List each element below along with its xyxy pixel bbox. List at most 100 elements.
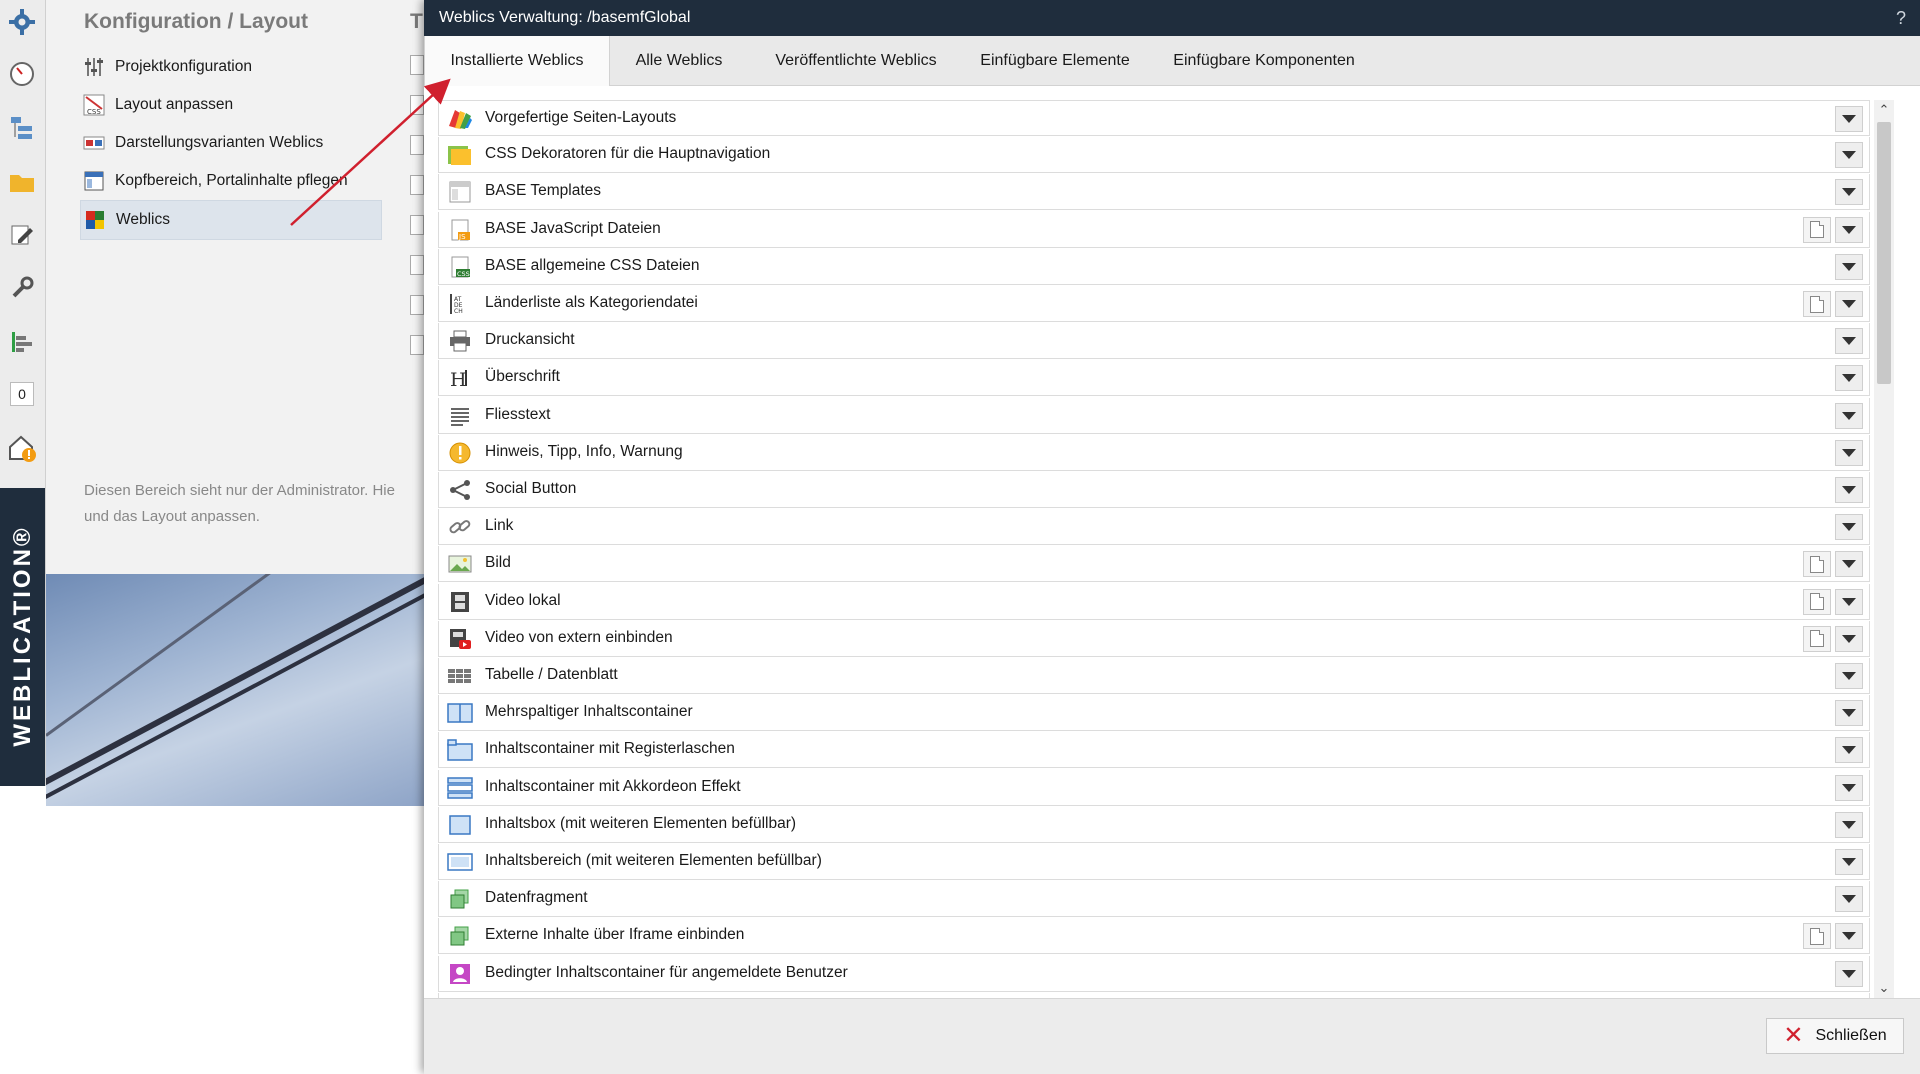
chevron-down-icon[interactable] bbox=[1835, 886, 1863, 912]
chevron-down-icon[interactable] bbox=[1835, 328, 1863, 354]
chevron-down-icon[interactable] bbox=[1835, 254, 1863, 280]
close-button[interactable]: ✕ Schließen bbox=[1766, 1018, 1904, 1054]
scroll-up-icon[interactable]: ⌃ bbox=[1874, 100, 1894, 120]
menu-item-layout-anpassen[interactable]: CSS Layout anpassen bbox=[80, 86, 382, 124]
document-icon[interactable] bbox=[1803, 923, 1831, 949]
weblic-row[interactable]: Tabelle / Datenblatt bbox=[438, 658, 1870, 694]
help-icon[interactable]: ? bbox=[1896, 8, 1906, 29]
tab-alle-weblics[interactable]: Alle Weblics bbox=[608, 36, 750, 85]
user-condition-icon bbox=[447, 961, 473, 987]
chevron-down-icon[interactable] bbox=[1835, 589, 1863, 615]
notification-counter[interactable]: 0 bbox=[10, 382, 34, 406]
menu-item-kopfbereich[interactable]: Kopfbereich, Portalinhalte pflegen bbox=[80, 162, 382, 200]
scroll-thumb[interactable] bbox=[1877, 122, 1891, 384]
chevron-down-icon[interactable] bbox=[1835, 403, 1863, 429]
weblic-row[interactable]: JSBASE JavaScript Dateien bbox=[438, 212, 1870, 248]
tab-veroeffentlichte-weblics[interactable]: Veröffentlichte Weblics bbox=[750, 36, 962, 85]
statistics-bars-icon[interactable] bbox=[6, 326, 38, 358]
dialog-titlebar: Weblics Verwaltung: /basemfGlobal ? bbox=[424, 0, 1920, 36]
weblic-row[interactable]: Hinweis, Tipp, Info, Warnung bbox=[438, 435, 1870, 471]
chevron-down-icon[interactable] bbox=[1835, 961, 1863, 987]
scroll-down-icon[interactable]: ⌄ bbox=[1874, 978, 1894, 998]
dialog-title: Weblics Verwaltung: /basemfGlobal bbox=[439, 9, 690, 27]
menu-item-darstellungsvarianten[interactable]: Darstellungsvarianten Weblics bbox=[80, 124, 382, 162]
document-icon[interactable] bbox=[1803, 551, 1831, 577]
weblic-row[interactable]: Inhaltsbox (mit weiteren Elementen befül… bbox=[438, 807, 1870, 843]
document-icon[interactable] bbox=[1803, 589, 1831, 615]
menu-item-weblics[interactable]: Weblics bbox=[80, 200, 382, 240]
config-panel: Konfiguration / Layout T Projektkonfigur… bbox=[46, 0, 424, 574]
svg-text:CH: CH bbox=[454, 308, 463, 315]
weblic-row[interactable]: Link bbox=[438, 509, 1870, 545]
chevron-down-icon[interactable] bbox=[1835, 923, 1863, 949]
document-icon[interactable] bbox=[1803, 291, 1831, 317]
chevron-down-icon[interactable] bbox=[1835, 142, 1863, 168]
weblic-row[interactable]: ATDECHLänderliste als Kategoriendatei bbox=[438, 286, 1870, 322]
weblic-row[interactable]: Inhaltscontainer mit Registerlaschen bbox=[438, 732, 1870, 768]
chevron-down-icon[interactable] bbox=[1835, 551, 1863, 577]
svg-text:JS: JS bbox=[458, 233, 466, 241]
weblic-row[interactable]: HÜberschrift bbox=[438, 360, 1870, 396]
folder-icon[interactable] bbox=[6, 166, 38, 198]
dashboard-gauge-icon[interactable] bbox=[6, 58, 38, 90]
weblic-row[interactable]: Fliesstext bbox=[438, 398, 1870, 434]
weblic-row[interactable]: Inhaltscontainer mit Akkordeon Effekt bbox=[438, 770, 1870, 806]
chevron-down-icon[interactable] bbox=[1835, 477, 1863, 503]
weblic-row[interactable]: Mehrspaltiger Inhaltscontainer bbox=[438, 695, 1870, 731]
edit-pencil-icon[interactable] bbox=[6, 218, 38, 250]
weblic-row[interactable]: Druckansicht bbox=[438, 323, 1870, 359]
weblic-row[interactable]: CSS Dekoratoren für die Hauptnavigation bbox=[438, 137, 1870, 173]
weblic-row[interactable]: CSSBASE allgemeine CSS Dateien bbox=[438, 249, 1870, 285]
weblic-row-label: Inhaltsbox (mit weiteren Elementen befül… bbox=[485, 815, 796, 833]
share-icon bbox=[447, 477, 473, 503]
settings-gear-icon[interactable] bbox=[6, 6, 38, 38]
weblic-row[interactable]: Bild bbox=[438, 546, 1870, 582]
main-toolbar: 0 WEBLICATION® bbox=[0, 0, 46, 786]
menu-item-projektkonfiguration[interactable]: Projektkonfiguration bbox=[80, 48, 382, 86]
content-area-icon bbox=[447, 849, 473, 875]
weblic-row[interactable]: BASE Templates bbox=[438, 174, 1870, 210]
weblic-row-label: Inhaltscontainer mit Registerlaschen bbox=[485, 740, 735, 758]
content-box-icon bbox=[447, 812, 473, 838]
chevron-down-icon[interactable] bbox=[1835, 514, 1863, 540]
weblic-row[interactable]: Bedingter Inhaltscontainer für angemelde… bbox=[438, 956, 1870, 992]
chevron-down-icon[interactable] bbox=[1835, 365, 1863, 391]
tools-wrench-icon[interactable] bbox=[6, 272, 38, 304]
home-warning-icon[interactable] bbox=[6, 432, 38, 464]
chevron-down-icon[interactable] bbox=[1835, 700, 1863, 726]
chevron-down-icon[interactable] bbox=[1835, 106, 1863, 132]
weblic-row[interactable]: Externe Inhalte über Iframe einbinden bbox=[438, 918, 1870, 954]
weblic-row-label: Inhaltscontainer mit Akkordeon Effekt bbox=[485, 778, 741, 796]
tab-bar: Installierte Weblics Alle Weblics Veröff… bbox=[424, 36, 1920, 86]
chevron-down-icon[interactable] bbox=[1835, 849, 1863, 875]
chevron-down-icon[interactable] bbox=[1835, 626, 1863, 652]
svg-text:H: H bbox=[450, 369, 467, 390]
chevron-down-icon[interactable] bbox=[1835, 737, 1863, 763]
page-title: Konfiguration / Layout bbox=[84, 10, 308, 34]
chevron-down-icon[interactable] bbox=[1835, 775, 1863, 801]
weblic-row[interactable]: Inhaltsbereich (mit weiteren Elementen b… bbox=[438, 844, 1870, 880]
chevron-down-icon[interactable] bbox=[1835, 440, 1863, 466]
js-file-icon: JS bbox=[447, 217, 473, 243]
svg-text:CSS: CSS bbox=[457, 270, 470, 278]
chevron-down-icon[interactable] bbox=[1835, 217, 1863, 243]
structure-tree-icon[interactable] bbox=[6, 112, 38, 144]
weblic-row[interactable]: Video lokal bbox=[438, 584, 1870, 620]
chevron-down-icon[interactable] bbox=[1835, 291, 1863, 317]
vertical-scrollbar[interactable]: ⌃ ⌄ bbox=[1874, 100, 1894, 998]
heading-icon: H bbox=[447, 365, 473, 391]
tab-einfuegbare-elemente[interactable]: Einfügbare Elemente bbox=[962, 36, 1148, 85]
weblic-row-label: Inhaltsbereich (mit weiteren Elementen b… bbox=[485, 852, 822, 870]
chevron-down-icon[interactable] bbox=[1835, 812, 1863, 838]
weblic-row[interactable]: Video von extern einbinden bbox=[438, 621, 1870, 657]
document-icon[interactable] bbox=[1803, 626, 1831, 652]
chevron-down-icon[interactable] bbox=[1835, 663, 1863, 689]
chevron-down-icon[interactable] bbox=[1835, 179, 1863, 205]
weblic-row[interactable]: Vorgefertige Seiten-Layouts bbox=[438, 100, 1870, 136]
weblic-row[interactable]: Social Button bbox=[438, 472, 1870, 508]
tab-installierte-weblics[interactable]: Installierte Weblics bbox=[424, 36, 610, 86]
document-icon[interactable] bbox=[1803, 217, 1831, 243]
weblic-row[interactable]: Datenfragment bbox=[438, 881, 1870, 917]
dialog-footer: ✕ Schließen bbox=[424, 998, 1920, 1074]
tab-einfuegbare-komponenten[interactable]: Einfügbare Komponenten bbox=[1148, 36, 1380, 85]
